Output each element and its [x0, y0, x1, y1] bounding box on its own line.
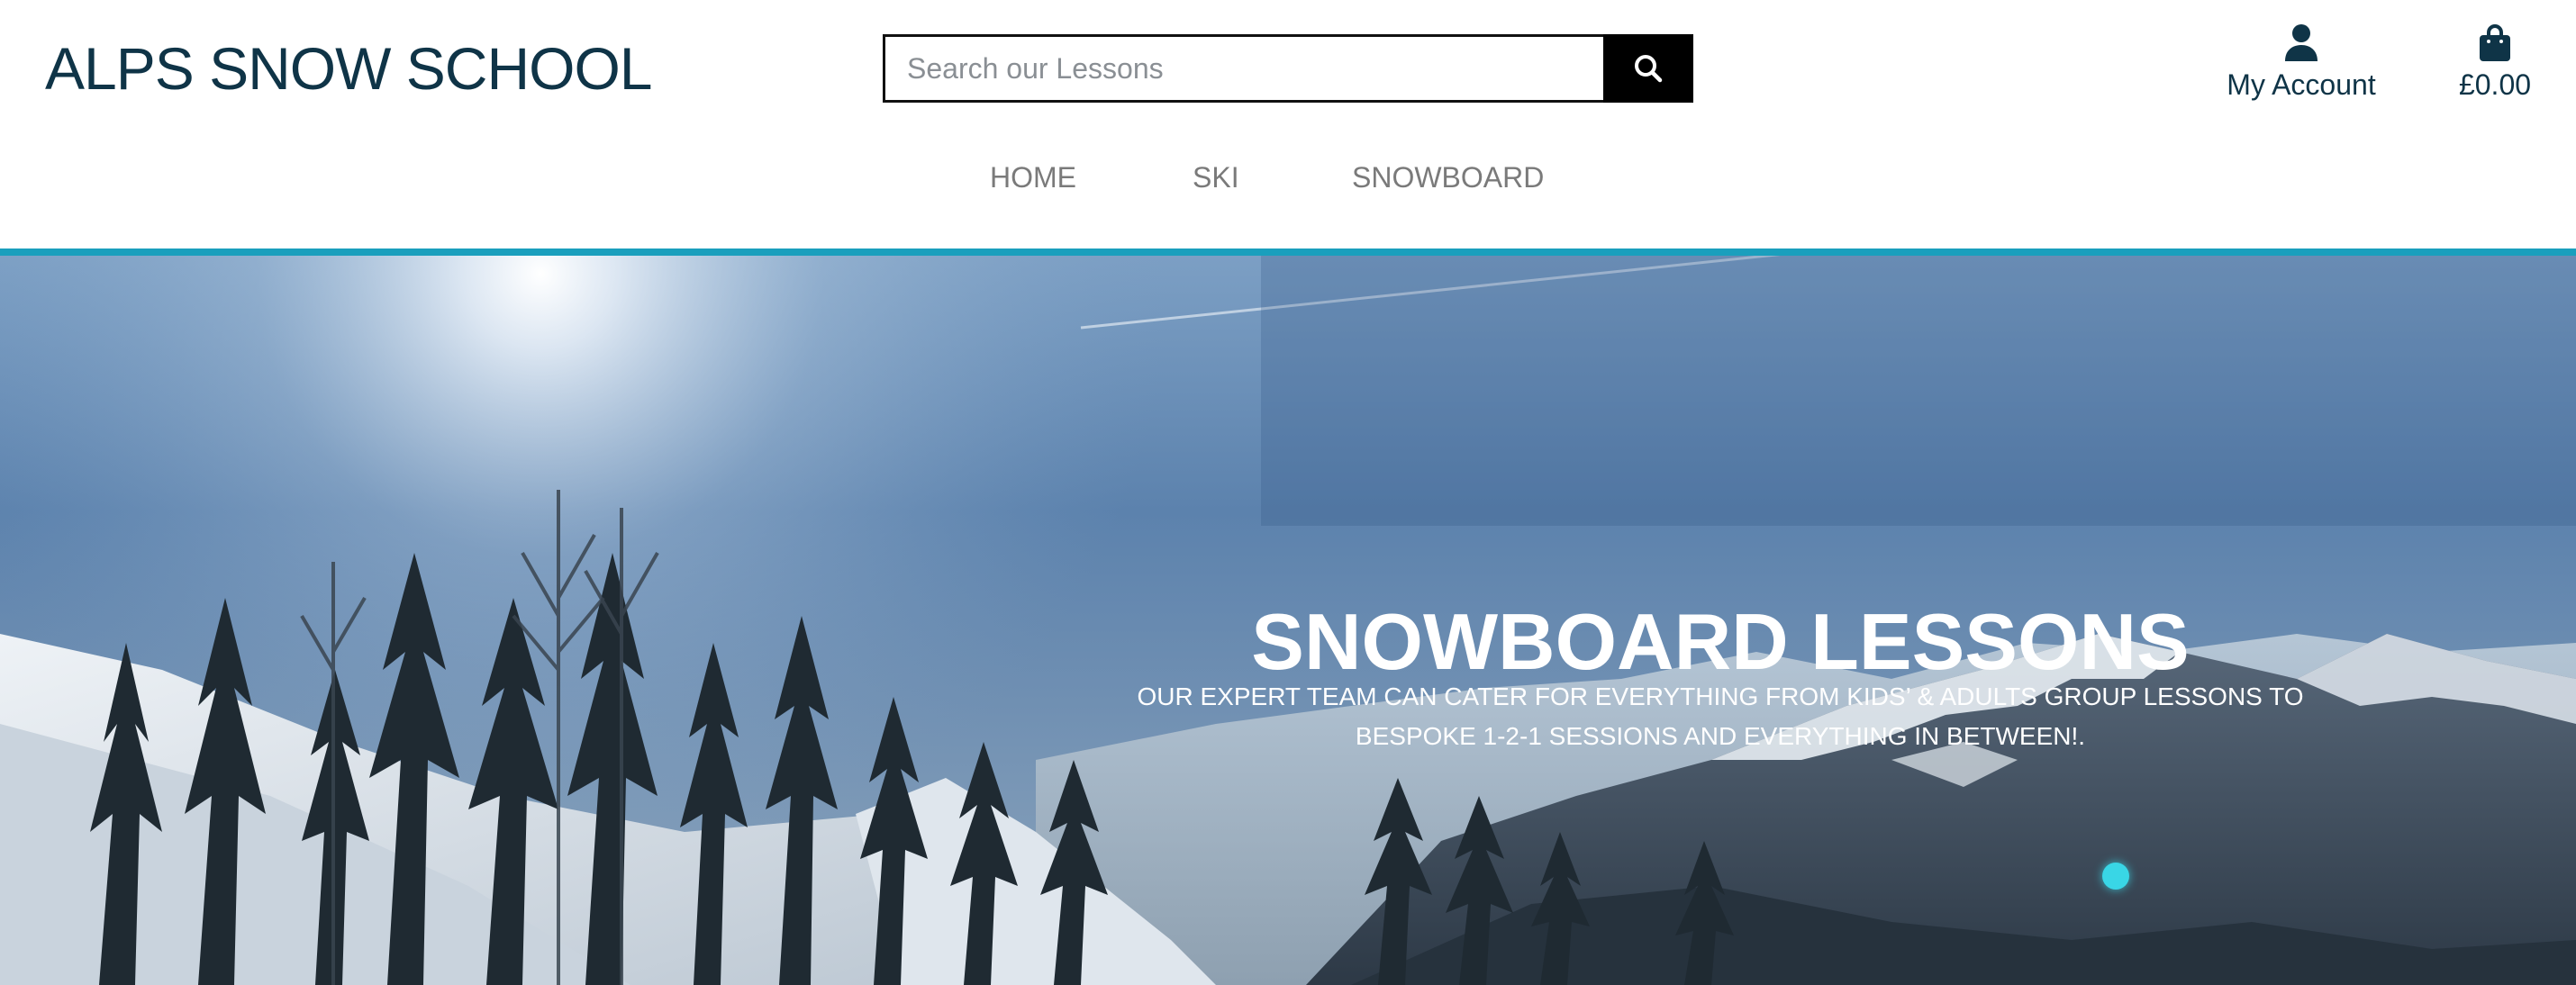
shopping-bag-icon	[2480, 24, 2510, 61]
search-form	[883, 34, 1693, 103]
search-input[interactable]	[883, 34, 1603, 103]
brand-logo[interactable]: ALPS SNOW SCHOOL	[45, 34, 652, 103]
hero-banner: SNOWBOARD LESSONS OUR EXPERT TEAM CAN CA…	[0, 256, 2576, 985]
nav-item-ski[interactable]: SKI	[1193, 155, 1239, 200]
my-account-link[interactable]: My Account	[2225, 23, 2378, 103]
search-icon	[1635, 55, 1663, 83]
nav-item-snowboard[interactable]: SNOWBOARD	[1352, 155, 1544, 200]
cursor-indicator	[2102, 863, 2129, 890]
shopping-bag-link[interactable]: £0.00	[2450, 23, 2540, 103]
hero-subtitle: OUR EXPERT TEAM CAN CATER FOR EVERYTHING…	[1137, 682, 2304, 750]
nav-item-home[interactable]: HOME	[990, 155, 1076, 200]
main-navigation: HOME SKI SNOWBOARD	[0, 155, 2576, 200]
search-button[interactable]	[1603, 34, 1693, 103]
my-account-label: My Account	[2227, 68, 2376, 101]
header-accent-bar	[0, 249, 2576, 256]
site-header: ALPS SNOW SCHOOL My Account £0.00 HOME S…	[0, 0, 2576, 249]
hero-title: SNOWBOARD LESSONS	[1251, 596, 2190, 686]
cart-total: £0.00	[2458, 68, 2532, 101]
user-icon	[2285, 24, 2317, 61]
